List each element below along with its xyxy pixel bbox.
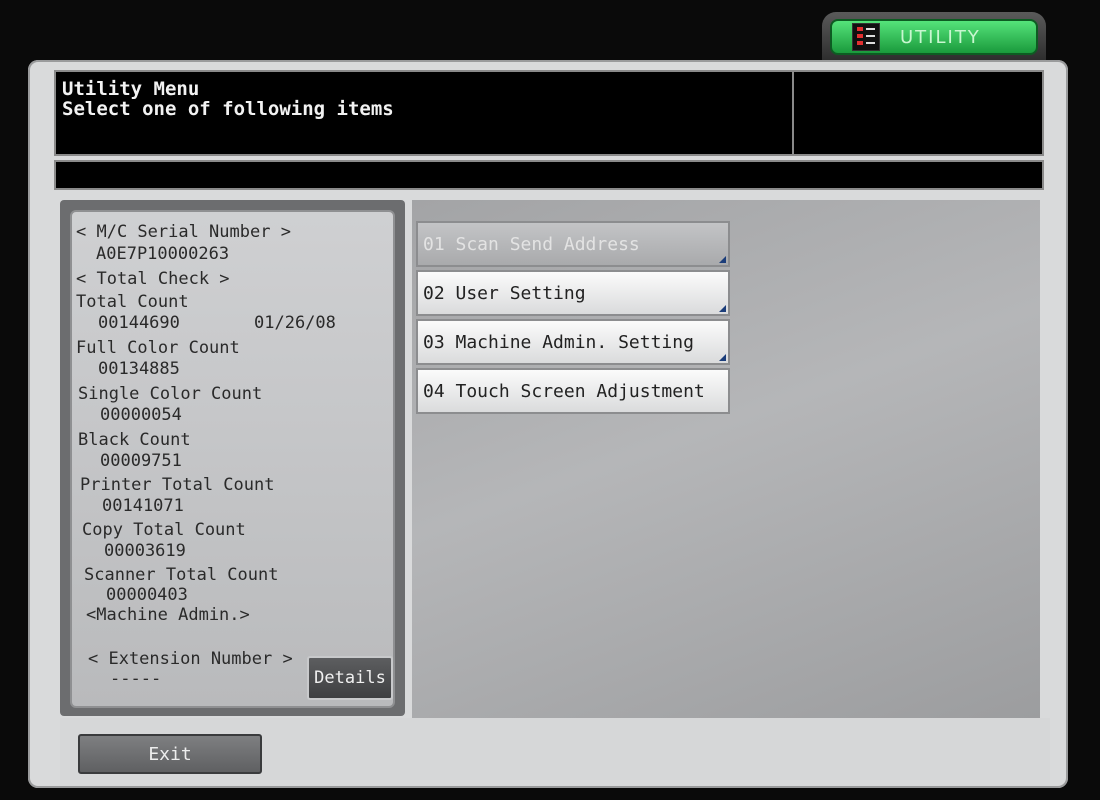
submenu-corner-icon — [719, 256, 726, 263]
utility-list-icon — [852, 23, 880, 51]
details-button[interactable]: Details — [307, 656, 393, 700]
menu-item-label: 01 Scan Send Address — [423, 233, 640, 255]
menu-item-machine-admin-setting[interactable]: 03 Machine Admin. Setting — [416, 319, 730, 365]
status-bar — [54, 160, 1044, 190]
utility-tab-label: UTILITY — [900, 26, 981, 48]
message-divider — [792, 72, 794, 154]
printer-total-count-value: 00141071 — [102, 496, 184, 516]
menu-item-scan-send-address[interactable]: 01 Scan Send Address — [416, 221, 730, 267]
full-color-count-label: Full Color Count — [76, 338, 240, 358]
printer-total-count-label: Printer Total Count — [80, 475, 275, 495]
extension-number-heading: < Extension Number > — [88, 649, 293, 669]
single-color-count-value: 00000054 — [100, 405, 182, 425]
exit-button[interactable]: Exit — [78, 734, 262, 774]
page-subtitle: Select one of following items — [62, 98, 394, 120]
menu-item-label: 04 Touch Screen Adjustment — [423, 380, 705, 402]
total-count-label: Total Count — [76, 292, 189, 312]
serial-number-value: A0E7P10000263 — [96, 244, 230, 264]
message-area: Utility Menu Select one of following ite… — [54, 70, 1044, 156]
serial-number-heading: < M/C Serial Number > — [76, 222, 291, 242]
single-color-count-label: Single Color Count — [78, 384, 263, 404]
black-count-label: Black Count — [78, 430, 191, 450]
copy-total-count-label: Copy Total Count — [82, 520, 246, 540]
submenu-corner-icon — [719, 354, 726, 361]
extension-number-value: ----- — [110, 669, 162, 689]
menu-item-label: 02 User Setting — [423, 282, 586, 304]
scanner-total-count-label: Scanner Total Count — [84, 565, 279, 585]
total-count-value: 00144690 — [98, 313, 180, 333]
scanner-total-count-value: 00000403 — [106, 585, 188, 605]
menu-item-user-setting[interactable]: 02 User Setting — [416, 270, 730, 316]
page-title: Utility Menu — [62, 78, 200, 100]
utility-tab-face[interactable]: UTILITY — [830, 19, 1038, 55]
menu-item-touch-screen-adjustment[interactable]: 04 Touch Screen Adjustment — [416, 368, 730, 414]
copy-total-count-value: 00003619 — [104, 541, 186, 561]
machine-admin-heading: <Machine Admin.> — [86, 605, 250, 625]
utility-tab[interactable]: UTILITY — [822, 12, 1046, 62]
total-check-heading: < Total Check > — [76, 269, 230, 289]
count-date: 01/26/08 — [254, 313, 336, 333]
menu-item-label: 03 Machine Admin. Setting — [423, 331, 694, 353]
full-color-count-value: 00134885 — [98, 359, 180, 379]
submenu-corner-icon — [719, 305, 726, 312]
black-count-value: 00009751 — [100, 451, 182, 471]
